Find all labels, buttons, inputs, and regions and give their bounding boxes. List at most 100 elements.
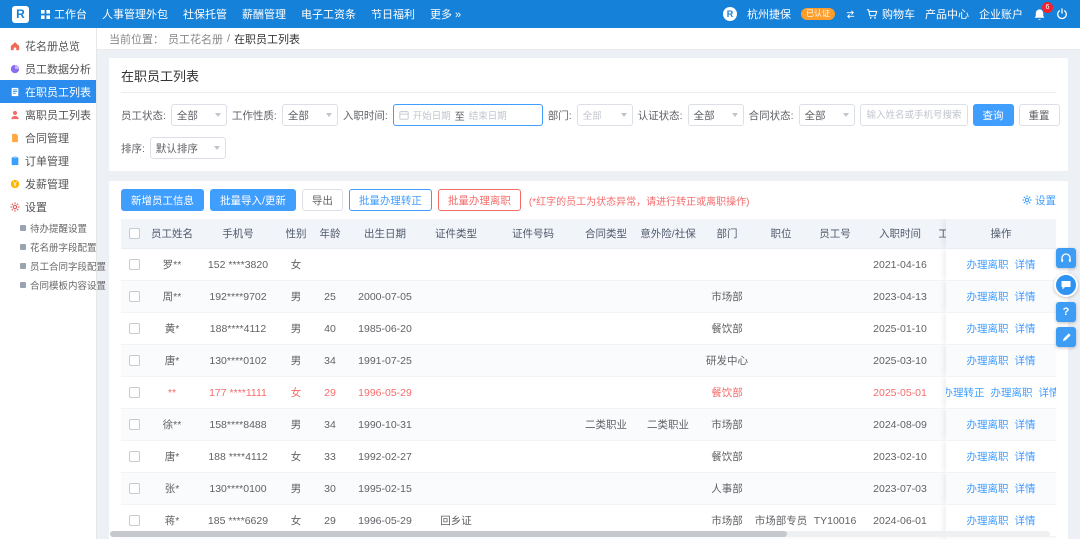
notification-bell[interactable]: 6 — [1033, 8, 1046, 21]
join-date-range-picker[interactable]: 开始日期 至 结束日期 — [393, 104, 543, 126]
nav-item-hr-outsourcing[interactable]: 人事管理外包 — [102, 6, 168, 22]
row-checkbox[interactable] — [129, 355, 140, 366]
row-checkbox[interactable] — [129, 259, 140, 270]
action-link[interactable]: 办理离职 — [967, 353, 1009, 368]
action-link[interactable]: 详情 — [1015, 289, 1036, 304]
horizontal-scrollbar[interactable] — [110, 531, 1050, 537]
action-link[interactable]: 办理离职 — [967, 321, 1009, 336]
cell-id-type — [423, 281, 489, 312]
sidebar-sub-roster-fields[interactable]: 花名册字段配置 — [0, 237, 96, 256]
headset-icon — [1060, 252, 1072, 264]
action-link[interactable]: 详情 — [1015, 257, 1036, 272]
action-link[interactable]: 办理离职 — [967, 289, 1009, 304]
action-link[interactable]: 办理离职 — [967, 513, 1009, 528]
row-checkbox[interactable] — [129, 323, 140, 334]
department-select[interactable]: 全部 — [577, 104, 633, 126]
cell-id-type — [423, 377, 489, 408]
department-label: 部门: — [548, 108, 572, 123]
nav-label: 工作台 — [54, 6, 87, 22]
row-checkbox[interactable] — [129, 451, 140, 462]
company-name[interactable]: 杭州捷保 — [747, 6, 791, 22]
nav-link-cart[interactable]: 购物车 — [866, 6, 915, 22]
nav-item-epayslip[interactable]: 电子工资条 — [301, 6, 356, 22]
sidebar-item-settings[interactable]: 设置 — [0, 195, 96, 218]
sidebar-item-payroll-management[interactable]: 发薪管理 — [0, 172, 96, 195]
table-row[interactable]: 唐* 188 ****4112 女 33 1992-02-27 餐饮部 2023… — [121, 441, 1056, 473]
batch-resign-button[interactable]: 批量办理离职 — [438, 189, 521, 211]
nav-item-more[interactable]: 更多 » — [430, 6, 461, 22]
cell-insurance — [635, 313, 701, 344]
nav-item-social-security[interactable]: 社保托管 — [183, 6, 227, 22]
table-row[interactable]: 唐* 130****0102 男 34 1991-07-25 研发中心 2025… — [121, 345, 1056, 377]
nav-item-workbench[interactable]: 工作台 — [41, 6, 87, 22]
table-row[interactable]: 周** 192****9702 男 25 2000-07-05 市场部 2023… — [121, 281, 1056, 313]
reset-button[interactable]: 重置 — [1019, 104, 1060, 126]
breadcrumb-root[interactable]: 员工花名册 — [168, 31, 223, 47]
sidebar-sub-contract-template[interactable]: 合同模板内容设置 — [0, 275, 96, 294]
sidebar-item-roster-overview[interactable]: 花名册总览 — [0, 34, 96, 57]
sidebar-item-resigned-employees[interactable]: 离职员工列表 — [0, 103, 96, 126]
sidebar-sub-contract-fields[interactable]: 员工合同字段配置 — [0, 256, 96, 275]
table-row[interactable]: 黄* 188****4112 男 40 1985-06-20 餐饮部 2025-… — [121, 313, 1056, 345]
work-type-label: 工作性质: — [232, 108, 277, 123]
sidebar-item-employee-analytics[interactable]: 员工数据分析 — [0, 57, 96, 80]
chat-button[interactable] — [1054, 273, 1078, 297]
power-icon[interactable] — [1056, 8, 1068, 20]
action-link[interactable]: 详情 — [1015, 353, 1036, 368]
action-link[interactable]: 详情 — [1015, 417, 1036, 432]
nav-item-payroll[interactable]: 薪酬管理 — [242, 6, 286, 22]
work-type-select[interactable]: 全部 — [282, 104, 338, 126]
table-row[interactable]: ** 177 ****1111 女 29 1996-05-29 餐饮部 2025… — [121, 377, 1056, 409]
col-header-actions: 操作 — [946, 219, 1056, 248]
action-link[interactable]: 详情 — [1015, 449, 1036, 464]
action-link[interactable]: 办理离职 — [967, 257, 1009, 272]
table-settings-link[interactable]: 设置 — [1022, 193, 1056, 208]
action-link[interactable]: 详情 — [1039, 385, 1057, 400]
certified-badge: 已认证 — [801, 8, 835, 20]
select-all-checkbox[interactable] — [129, 228, 140, 239]
scrollbar-thumb[interactable] — [110, 531, 787, 537]
export-button[interactable]: 导出 — [302, 189, 343, 211]
employee-table: 员工姓名 手机号 性别 年龄 出生日期 证件类型 证件号码 合同类型 意外险/社… — [121, 219, 1056, 539]
sidebar-sub-todo-reminder[interactable]: 待办提醒设置 — [0, 218, 96, 237]
nav-link-enterprise-account[interactable]: 企业账户 — [979, 6, 1023, 22]
action-link[interactable]: 详情 — [1015, 513, 1036, 528]
row-checkbox[interactable] — [129, 387, 140, 398]
search-input[interactable] — [860, 104, 968, 126]
cell-employee-no — [809, 249, 861, 280]
swap-icon[interactable] — [845, 9, 856, 20]
table-row[interactable]: 罗** 152 ****3820 女 2021-04-16 办理离职详情 — [121, 249, 1056, 281]
row-checkbox[interactable] — [129, 419, 140, 430]
nav-link-product-center[interactable]: 产品中心 — [925, 6, 969, 22]
table-row[interactable]: 徐** 158****8488 男 34 1990-10-31 二类职业 二类职… — [121, 409, 1056, 441]
sort-select[interactable]: 默认排序 — [150, 137, 226, 159]
add-employee-button[interactable]: 新增员工信息 — [121, 189, 204, 211]
customer-service-button[interactable] — [1056, 248, 1076, 268]
action-link[interactable]: 办理转正 — [946, 385, 985, 400]
contract-status-select[interactable]: 全部 — [799, 104, 855, 126]
batch-import-button[interactable]: 批量导入/更新 — [210, 189, 296, 211]
employee-status-select[interactable]: 全部 — [171, 104, 227, 126]
nav-item-holiday-welfare[interactable]: 节日福利 — [371, 6, 415, 22]
action-link[interactable]: 办理离职 — [967, 449, 1009, 464]
row-actions: 办理离职详情 — [946, 345, 1056, 376]
action-link[interactable]: 详情 — [1015, 321, 1036, 336]
row-checkbox[interactable] — [129, 483, 140, 494]
action-link[interactable]: 详情 — [1015, 481, 1036, 496]
help-button[interactable] — [1056, 302, 1076, 322]
sidebar-item-contract-management[interactable]: 合同管理 — [0, 126, 96, 149]
action-link[interactable]: 办理离职 — [967, 481, 1009, 496]
row-checkbox[interactable] — [129, 291, 140, 302]
sidebar-label: 设置 — [25, 199, 47, 215]
sidebar-item-order-management[interactable]: 订单管理 — [0, 149, 96, 172]
row-checkbox[interactable] — [129, 515, 140, 526]
action-link[interactable]: 办理离职 — [991, 385, 1033, 400]
feedback-button[interactable] — [1056, 327, 1076, 347]
table-row[interactable]: 张* 130****0100 男 30 1995-02-15 人事部 2023-… — [121, 473, 1056, 505]
sidebar-item-active-employees[interactable]: 在职员工列表 — [0, 80, 96, 103]
query-button[interactable]: 查询 — [973, 104, 1014, 126]
order-icon — [10, 156, 20, 166]
action-link[interactable]: 办理离职 — [967, 417, 1009, 432]
auth-status-select[interactable]: 全部 — [688, 104, 744, 126]
batch-regularize-button[interactable]: 批量办理转正 — [349, 189, 432, 211]
